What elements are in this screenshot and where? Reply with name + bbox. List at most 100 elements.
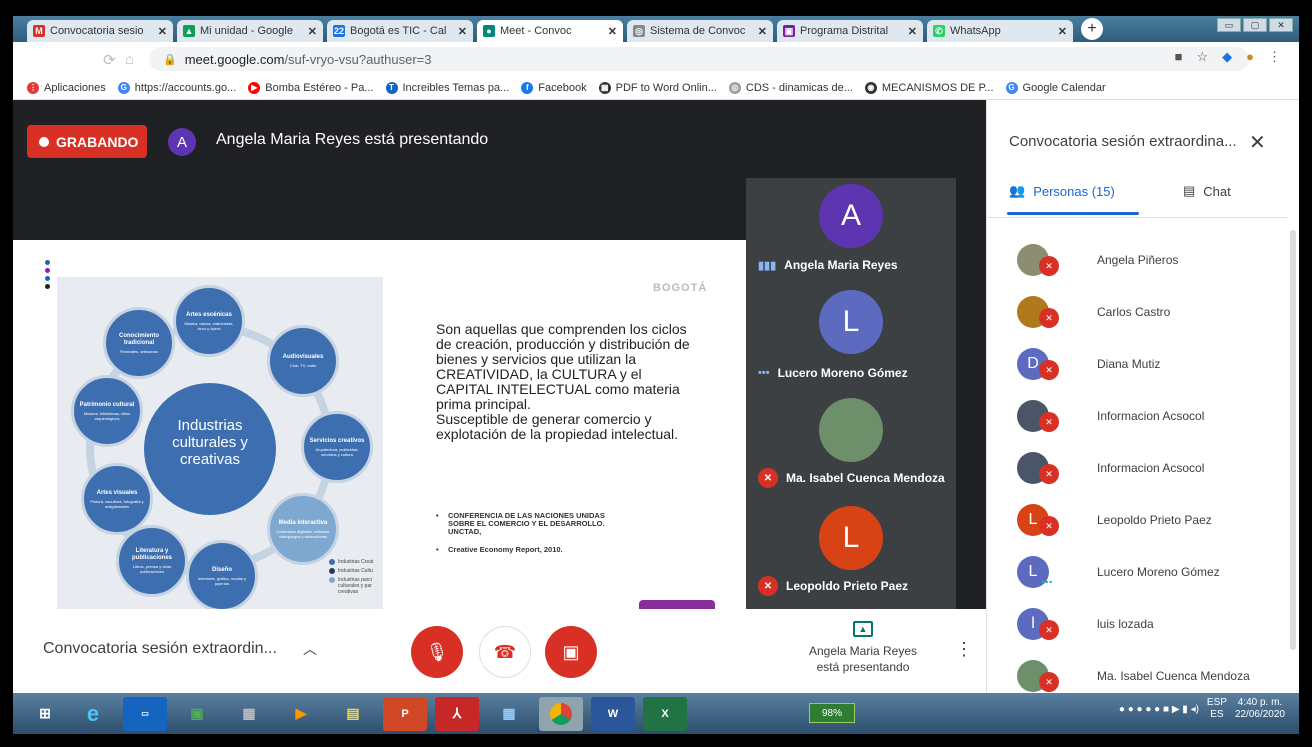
browser-tab[interactable]: ● Meet - Convoc ✕ <box>477 20 623 42</box>
bookmark-item[interactable]: ▶ Bomba Estéreo - Pa... <box>248 81 374 94</box>
bookmark-label: PDF to Word Onlin... <box>615 81 717 94</box>
tab-people[interactable]: 👥 Personas (15) <box>1009 183 1115 199</box>
user-avatar-icon[interactable]: ● <box>1246 49 1254 65</box>
list-item[interactable]: ✕ Ma. Isabel Cuenca Mendoza <box>1017 650 1277 693</box>
bookmark-icon: ◎ <box>728 81 741 94</box>
store-icon[interactable]: ▣ <box>175 697 219 731</box>
start-button[interactable]: ⊞ <box>27 697 63 731</box>
extension-icon[interactable]: ◆ <box>1222 49 1232 65</box>
list-item[interactable]: ✕ Angela Piñeros <box>1017 234 1277 286</box>
tab-close-icon[interactable]: ✕ <box>1058 25 1067 38</box>
bookmark-icon: f <box>521 81 534 94</box>
excel-icon[interactable]: X <box>643 696 687 731</box>
more-options-icon[interactable]: ⋮ <box>955 639 973 660</box>
tray-icons[interactable]: ● ● ● ● ● ■ ▶ ▮ ◂) <box>1119 704 1199 715</box>
bookmark-item[interactable]: f Facebook <box>521 81 587 94</box>
list-item[interactable]: L ✕ Leopoldo Prieto Paez <box>1017 494 1277 546</box>
meeting-title[interactable]: Convocatoria sesión extraordin... <box>43 640 277 658</box>
list-item[interactable]: L... Lucero Moreno Gómez <box>1017 546 1277 598</box>
avatar: L... <box>1017 556 1053 588</box>
camera-off-button[interactable]: ▣ <box>545 626 597 678</box>
bookmark-item[interactable]: Ghttps://accounts.go... <box>117 81 236 94</box>
bookmark-label: Facebook <box>538 81 587 94</box>
person-name: Informacion Acsocol <box>1097 409 1205 423</box>
mic-muted-icon: ✕ <box>1039 412 1059 432</box>
presenting-name: Angela Maria Reyes <box>808 644 918 658</box>
bookmark-item[interactable]: T Increibles Temas pa... <box>385 81 509 94</box>
presenting-status[interactable]: ▲ Angela Maria Reyes está presentando <box>798 621 928 675</box>
mic-muted-icon: ✕ <box>1039 256 1059 276</box>
chat-tab-label: Chat <box>1203 183 1231 199</box>
close-window-button[interactable]: ✕ <box>1269 18 1293 32</box>
address-bar[interactable]: 🔒 meet.google.com /suf-vryo-vsu?authuser… <box>149 47 1249 71</box>
bookmark-star-icon[interactable]: ☆ <box>1196 49 1208 65</box>
browser-tab[interactable]: ✆ WhatsApp ✕ <box>927 20 1073 42</box>
powerpoint-icon[interactable]: P <box>383 696 427 731</box>
browser-tab[interactable]: M Convocatoria sesio ✕ <box>27 20 173 42</box>
participant-tile[interactable]: A ▮▮▮ Angela Maria Reyes <box>746 178 956 282</box>
acrobat-icon[interactable]: ⅄ <box>435 696 479 731</box>
chevron-up-icon[interactable]: ︿ <box>303 639 317 659</box>
people-scrollbar[interactable] <box>1290 230 1296 650</box>
meet-stage: GRABANDO A Angela Maria Reyes está prese… <box>13 100 986 693</box>
list-item[interactable]: ✕ Informacion Acsocol <box>1017 442 1277 494</box>
media-icon[interactable]: ▶ <box>279 697 323 731</box>
bookmark-item[interactable]: ◎ CDS - dinamicas de... <box>728 81 853 94</box>
close-icon[interactable]: ✕ <box>1249 130 1266 155</box>
dots-icon: ••• <box>758 367 770 379</box>
word-icon[interactable]: W <box>591 696 635 731</box>
leave-call-button[interactable]: ☎ <box>479 626 531 678</box>
tab-close-icon[interactable]: ✕ <box>158 25 167 38</box>
menu-dots-icon[interactable]: ⋮ <box>1268 49 1281 65</box>
tab-close-icon[interactable]: ✕ <box>608 25 617 38</box>
app-icon[interactable]: ▦ <box>487 697 531 731</box>
diagram-node: Patrimonio cultural Museos, bibliotecas, … <box>71 375 143 447</box>
list-item[interactable]: ✕ Carlos Castro <box>1017 286 1277 338</box>
camera-icon[interactable]: ■ <box>1175 49 1183 65</box>
participant-tile[interactable]: ✕ Ma. Isabel Cuenca Mendoza <box>746 394 956 498</box>
tab-close-icon[interactable]: ✕ <box>758 25 767 38</box>
home-icon[interactable]: ⌂ <box>125 51 134 68</box>
avatar: ✕ <box>1017 660 1059 692</box>
participant-tile[interactable]: L ••• Lucero Moreno Gómez <box>746 286 956 390</box>
browser-tab[interactable]: ▣ Programa Distrital ✕ <box>777 20 923 42</box>
language-primary: ESP <box>1206 697 1227 708</box>
bookmark-icon: G <box>117 81 130 94</box>
diagram-node-detail: Festivales, artesanos <box>120 348 158 354</box>
bookmark-item[interactable]: ⋮ Aplicaciones <box>27 81 106 94</box>
reload-icon[interactable]: ⟳ <box>103 51 116 69</box>
bookmarks-bar: ⋮ Aplicaciones Ghttps://accounts.go... ▶ Bom… <box>13 76 1299 100</box>
diagram-node-detail: Pintura, escultura, fotografía y antigüe… <box>90 498 144 509</box>
bookmark-item[interactable]: ◉ MECANISMOS DE P... <box>864 81 994 94</box>
tab-close-icon[interactable]: ✕ <box>908 25 917 38</box>
tab-close-icon[interactable]: ✕ <box>458 25 467 38</box>
tab-close-icon[interactable]: ✕ <box>308 25 317 38</box>
ie-icon[interactable]: e <box>71 697 115 731</box>
list-item[interactable]: D ✕ Diana Mutiz <box>1017 338 1277 390</box>
browser-tab[interactable]: ◎ Sistema de Convoc ✕ <box>627 20 773 42</box>
list-item[interactable]: l ✕ luis lozada <box>1017 598 1277 650</box>
file-explorer-icon[interactable]: ▤ <box>331 697 375 731</box>
avatar: L ✕ <box>1017 504 1059 536</box>
chrome-icon[interactable] <box>539 696 583 731</box>
mic-off-button[interactable]: 🎙 <box>411 626 463 678</box>
calculator-icon[interactable]: ▦ <box>227 697 271 731</box>
new-tab-button[interactable]: + <box>1081 18 1103 40</box>
list-item[interactable]: ✕ Informacion Acsocol <box>1017 390 1277 442</box>
minimize-button[interactable]: ▭ <box>1217 18 1241 32</box>
maximize-button[interactable]: ▢ <box>1243 18 1267 32</box>
battery-indicator[interactable]: 98% <box>809 703 855 723</box>
bookmark-item[interactable]: G Google Calendar <box>1005 81 1106 94</box>
person-name: Ma. Isabel Cuenca Mendoza <box>1097 669 1250 683</box>
person-name: luis lozada <box>1097 617 1154 631</box>
lenovo-icon[interactable]: ▭ <box>123 696 167 731</box>
people-tab-label: Personas (15) <box>1033 183 1115 199</box>
browser-tab[interactable]: 22 Bogotá es TIC - Cal ✕ <box>327 20 473 42</box>
participant-tile[interactable]: L ✕ Leopoldo Prieto Paez <box>746 502 956 606</box>
browser-tab[interactable]: ▲ Mi unidad - Google ✕ <box>177 20 323 42</box>
language-indicator[interactable]: ESP ES <box>1207 697 1227 721</box>
clock[interactable]: 4:40 p. m. 22/06/2020 <box>1235 697 1285 721</box>
tab-chat[interactable]: ▤ Chat <box>1183 183 1231 199</box>
bookmark-item[interactable]: ▦ PDF to Word Onlin... <box>598 81 717 94</box>
diagram-center-label: Industrias culturales y creativas <box>172 417 248 468</box>
